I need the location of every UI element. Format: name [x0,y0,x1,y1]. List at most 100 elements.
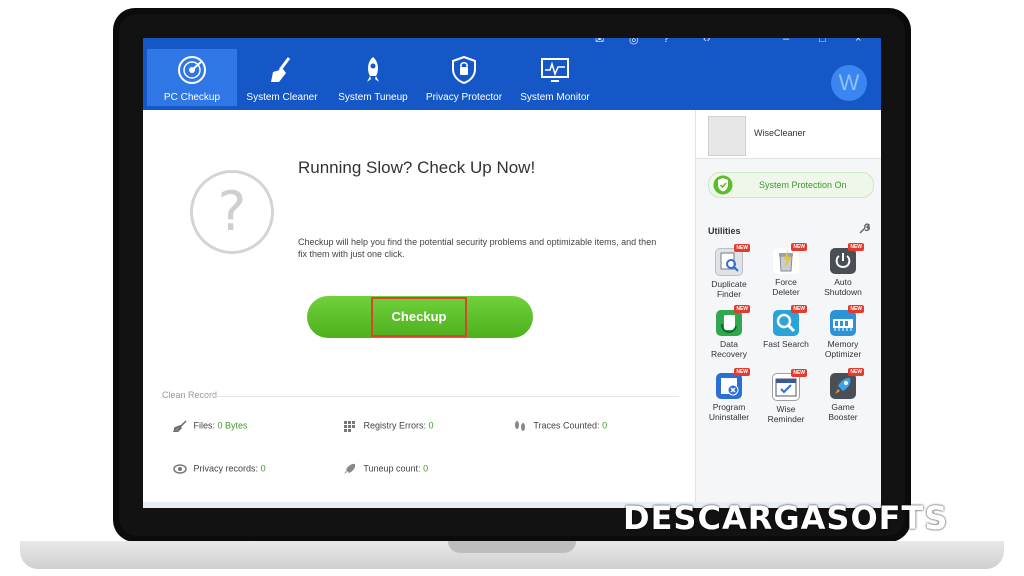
utility-label: Optimizer [824,349,862,359]
tab-privacy-protector[interactable]: Privacy Protector [419,49,509,106]
shield-check-icon [713,175,733,195]
utility-label: Data [720,339,738,349]
power-icon: NEW [830,243,864,274]
broom-icon [271,57,291,82]
checkup-button[interactable]: Checkup [371,297,467,337]
utility-label: Reminder [767,414,805,424]
stat-label: Registry Errors: [363,420,427,431]
magnifier-doc-icon: NEW [715,244,750,276]
utilities-title: Utilities [708,226,741,236]
utility-game-booster[interactable]: NEW Game Booster [813,368,873,422]
radar-icon [178,56,206,84]
minimize-icon[interactable]: – [783,38,789,45]
stat-label: Traces Counted: [533,420,600,431]
stat-files: Files: 0 Bytes [173,420,248,432]
maximize-icon[interactable]: □ [819,38,826,45]
footprint-icon [515,421,525,431]
stat-label: Tuneup count: [363,463,421,474]
trash-bolt-icon: NEW [773,243,807,274]
share-icon[interactable]: ‹› [703,38,710,45]
user-name: WiseCleaner [754,128,806,138]
tab-system-monitor[interactable]: System Monitor [510,49,600,106]
tab-system-tuneup[interactable]: System Tuneup [328,49,418,106]
calendar-check-icon: NEW [772,369,807,401]
new-badge: NEW [734,244,750,252]
divider [205,396,679,397]
utility-label: Force [775,277,797,287]
utility-force-deleter[interactable]: NEW Force Deleter [756,243,816,297]
utility-label: Memory [827,339,859,349]
stat-value: 0 [260,463,266,474]
eye-icon [173,464,187,474]
stat-label: Files: [193,420,216,431]
clean-record-label: Clean Record [162,390,218,400]
protection-label: System Protection On [759,180,847,190]
shield-icon [452,55,476,85]
memory-chip-icon: NEW [830,305,864,336]
utility-label: Uninstaller [708,412,750,422]
checkup-panel: ? Running Slow? Check Up Now! Checkup wi… [143,110,695,508]
stat-value: 0 [602,420,608,431]
new-badge: NEW [848,243,864,251]
rocket-icon [344,463,356,474]
utility-memory-optimizer[interactable]: NEW Memory Optimizer [813,305,873,359]
tab-label: Privacy Protector [425,92,503,103]
utility-program-uninstaller[interactable]: NEW Program Uninstaller [699,368,759,422]
utility-label: Finder [716,289,742,299]
settings-icon[interactable]: ◎ [629,38,639,46]
tab-label: PC Checkup [163,92,221,103]
utility-label: Program [712,402,746,412]
stat-label: Privacy records: [193,463,259,474]
grid-icon [344,421,355,432]
stat-traces: Traces Counted: 0 [513,420,607,432]
tab-label: System Tuneup [338,92,408,103]
new-badge: NEW [734,305,750,313]
help-icon[interactable]: ? [663,38,669,45]
tab-label: System Cleaner [246,92,318,103]
wrench-icon[interactable] [858,223,870,235]
stat-privacy: Privacy records: 0 [173,463,266,475]
rocket-icon [367,57,379,82]
app-window: ✉ ◎ ? ‹› – □ × PC Checkup System Cleaner [143,38,881,508]
main-nav: PC Checkup System Cleaner System Tuneup [143,47,881,110]
new-badge: NEW [848,368,864,376]
stat-registry: Registry Errors: 0 [343,420,434,432]
broom-icon [173,420,187,432]
stat-value: 0 Bytes [217,420,248,431]
tab-pc-checkup[interactable]: PC Checkup [147,49,237,106]
mail-icon[interactable]: ✉ [595,38,604,46]
laptop-notch [448,541,576,553]
recovery-icon: NEW [716,305,750,336]
search-icon: NEW [773,305,807,336]
utility-auto-shutdown[interactable]: NEW Auto Shutdown [813,243,873,297]
page-title: Running Slow? Check Up Now! [298,158,536,177]
utility-label: Booster [828,412,858,422]
utility-wise-reminder[interactable]: NEW Wise Reminder [756,369,816,424]
utility-label: Recovery [711,349,747,359]
utility-label: Auto [834,277,852,287]
utility-fast-search[interactable]: NEW Fast Search [756,305,816,349]
utility-label: Fast Search [763,339,809,349]
utility-data-recovery[interactable]: NEW Data Recovery [699,305,759,359]
new-badge: NEW [791,305,807,313]
avatar [708,116,746,156]
new-badge: NEW [791,243,807,251]
protection-status[interactable]: System Protection On [708,172,874,198]
stat-value: 0 [423,463,429,474]
user-box[interactable]: WiseCleaner [696,110,881,159]
rocket-icon: NEW [830,368,864,399]
watermark: DESCARGASOFTS [623,499,949,537]
close-icon[interactable]: × [855,38,861,45]
utility-label: Shutdown [824,287,862,297]
stat-tuneup: Tuneup count: 0 [343,463,428,475]
user-avatar[interactable]: W [831,65,867,101]
utility-duplicate-finder[interactable]: NEW Duplicate Finder [699,244,759,299]
utility-label: Deleter [772,287,800,297]
tab-system-cleaner[interactable]: System Cleaner [237,49,327,106]
new-badge: NEW [734,368,750,376]
question-mark-icon: ? [190,170,274,254]
new-badge: NEW [791,369,807,377]
right-panel: WiseCleaner System Protection On Utiliti… [695,110,881,508]
monitor-icon [541,58,569,82]
new-badge: NEW [848,305,864,313]
